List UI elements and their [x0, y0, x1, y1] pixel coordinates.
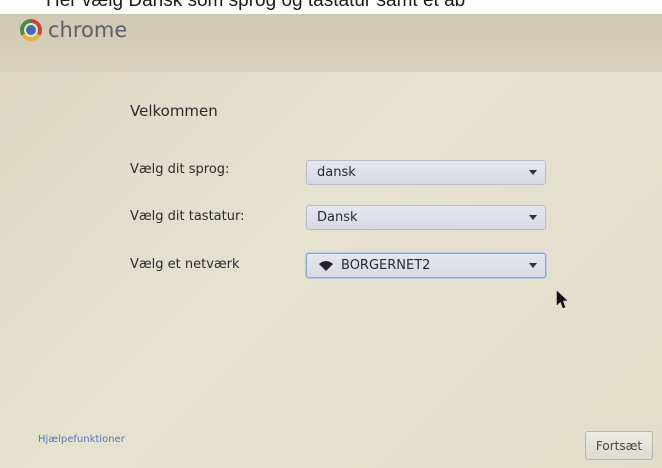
help-link[interactable]: Hjælpefunktioner	[38, 434, 125, 445]
oobe-screen: chrome Velkommen Vælg dit sprog: dansk V…	[0, 14, 662, 468]
language-label: Vælg dit sprog:	[130, 162, 230, 177]
chrome-logo-icon	[20, 19, 42, 41]
chevron-down-icon	[529, 263, 537, 268]
continue-button[interactable]: Fortsæt	[585, 431, 653, 460]
language-value: dansk	[317, 165, 356, 180]
article-caption: Her vælg Dansk som sprog og tastatur sam…	[0, 0, 662, 14]
mouse-pointer-icon	[556, 290, 568, 309]
keyboard-label: Vælg dit tastatur:	[130, 209, 245, 224]
network-value: BORGERNET2	[341, 258, 431, 273]
language-select[interactable]: dansk	[306, 160, 546, 185]
chevron-down-icon	[529, 215, 537, 220]
welcome-title: Velkommen	[130, 102, 218, 120]
chevron-down-icon	[529, 170, 537, 175]
brand-text: chrome	[48, 18, 128, 42]
network-label: Vælg et netværk	[130, 257, 240, 272]
keyboard-select[interactable]: Dansk	[306, 205, 546, 230]
keyboard-value: Dansk	[317, 210, 358, 225]
caption-text: Her vælg Dansk som sprog og tastatur sam…	[46, 0, 466, 11]
network-select[interactable]: BORGERNET2	[306, 253, 546, 278]
wifi-icon	[319, 260, 333, 271]
brand: chrome	[20, 18, 127, 42]
